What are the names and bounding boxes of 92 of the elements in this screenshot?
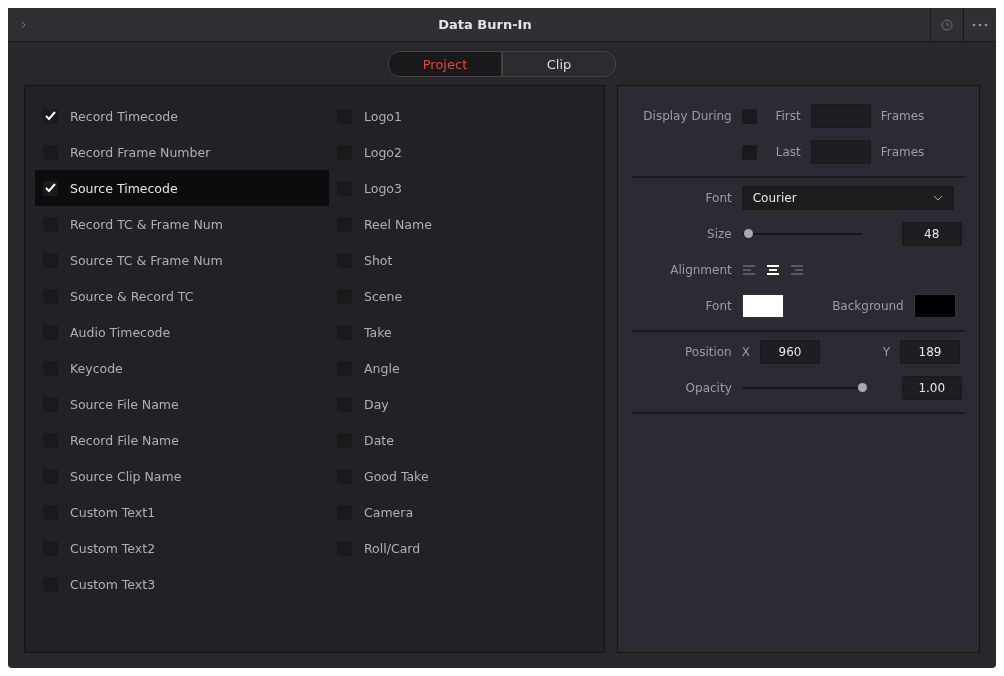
option-row[interactable]: Reel Name	[329, 206, 432, 242]
more-icon[interactable]	[972, 22, 988, 27]
field-label: Last	[774, 145, 801, 159]
option-label: Angle	[364, 360, 400, 376]
option-label: Keycode	[70, 360, 123, 376]
option-label: Roll/Card	[364, 540, 421, 556]
option-row[interactable]: Angle	[329, 350, 432, 386]
option-label: Good Take	[364, 468, 429, 484]
axis-label: Y	[881, 345, 890, 359]
option-row[interactable]: Keycode	[35, 350, 329, 386]
option-row[interactable]: Source TC & Frame Num	[35, 242, 329, 278]
option-label: Source & Record TC	[70, 288, 194, 304]
option-label: Custom Text1	[70, 504, 156, 520]
option-label: Record Frame Number	[70, 144, 211, 160]
slider-thumb[interactable]	[743, 229, 753, 238]
option-row[interactable]: Logo3	[329, 170, 432, 206]
option-row[interactable]: Scene	[329, 278, 432, 314]
option-label: Audio Timecode	[70, 324, 171, 340]
reset-icon[interactable]	[941, 18, 953, 31]
field-label: Font	[704, 191, 732, 205]
option-label: Custom Text3	[70, 576, 156, 592]
field-label: Display During	[642, 109, 732, 123]
option-label: Source Clip Name	[70, 468, 182, 484]
option-row[interactable]: Audio Timecode	[35, 314, 329, 350]
option-row[interactable]: Custom Text1	[35, 494, 329, 530]
tab[interactable]: Clip	[502, 51, 616, 77]
option-row[interactable]: Source File Name	[35, 386, 329, 422]
option-row[interactable]: Camera	[329, 494, 432, 530]
option-row[interactable]: Record Timecode	[35, 98, 329, 134]
option-row[interactable]: Day	[329, 386, 432, 422]
option-row[interactable]: Record File Name	[35, 422, 329, 458]
option-label: Custom Text2	[70, 540, 156, 556]
axis-label: X	[741, 345, 750, 359]
unit-label: Frames	[880, 109, 925, 123]
unit-label: Frames	[880, 145, 925, 159]
option-row[interactable]: Source Clip Name	[35, 458, 329, 494]
option-label: Camera	[364, 504, 414, 520]
option-row[interactable]: Logo1	[329, 98, 432, 134]
opacity-field[interactable]: 1.00	[901, 376, 962, 400]
align-center-icon[interactable]	[765, 264, 780, 276]
field-label: Alignment	[669, 263, 732, 277]
window-title: Data Burn-In	[437, 17, 533, 32]
option-label: Date	[364, 432, 394, 448]
tab[interactable]: Project	[388, 51, 502, 77]
dropdown-value: Courier	[752, 191, 797, 205]
align-left-icon[interactable]	[741, 264, 756, 276]
position-x-field[interactable]: 960	[759, 340, 820, 364]
option-row[interactable]: Date	[329, 422, 432, 458]
field-label: Position	[684, 345, 732, 359]
frames-field[interactable]	[810, 140, 871, 164]
slider-thumb[interactable]	[857, 383, 867, 392]
chevron-icon[interactable]	[20, 20, 28, 29]
option-row[interactable]: Record Frame Number	[35, 134, 329, 170]
option-row[interactable]: Source & Record TC	[35, 278, 329, 314]
field-label: Opacity	[684, 381, 732, 395]
option-row[interactable]: Good Take	[329, 458, 432, 494]
field-label: Size	[706, 227, 732, 241]
option-label: Source TC & Frame Num	[70, 252, 223, 268]
frames-field[interactable]	[810, 104, 871, 128]
size-field[interactable]: 48	[901, 222, 962, 246]
option-label: Record Timecode	[70, 108, 178, 124]
option-label: Record TC & Frame Num	[70, 216, 223, 232]
option-row[interactable]: Shot	[329, 242, 432, 278]
option-label: Scene	[364, 288, 403, 304]
option-label: Shot	[364, 252, 393, 268]
option-label: Logo1	[364, 108, 402, 124]
option-row[interactable]: Custom Text3	[35, 566, 329, 602]
option-label: Source File Name	[70, 396, 179, 412]
option-label: Source Timecode	[70, 180, 178, 196]
checkbox[interactable]	[43, 108, 58, 124]
field-label: Background	[831, 299, 904, 313]
option-row[interactable]: Take	[329, 314, 432, 350]
color-swatch[interactable]	[913, 294, 956, 318]
option-label: Day	[364, 396, 389, 412]
option-label: Logo3	[364, 180, 402, 196]
option-label: Reel Name	[364, 216, 432, 232]
field-label: Font	[704, 299, 732, 313]
option-label: Record File Name	[70, 432, 179, 448]
selected-option-row[interactable]: Source Timecode	[35, 170, 329, 206]
option-row[interactable]: Roll/Card	[329, 530, 432, 566]
option-label: Take	[364, 324, 392, 340]
option-label: Logo2	[364, 144, 402, 160]
option-row[interactable]: Custom Text2	[35, 530, 329, 566]
option-row[interactable]: Record TC & Frame Num	[35, 206, 329, 242]
chevron-down-icon[interactable]	[932, 195, 943, 201]
font-dropdown[interactable]: Courier	[741, 186, 954, 210]
option-row[interactable]: Logo2	[329, 134, 432, 170]
field-label: First	[774, 109, 801, 123]
align-right-icon[interactable]	[789, 264, 804, 276]
position-y-field[interactable]: 189	[899, 340, 960, 364]
color-swatch[interactable]	[741, 294, 784, 318]
checkbox[interactable]	[43, 180, 58, 196]
